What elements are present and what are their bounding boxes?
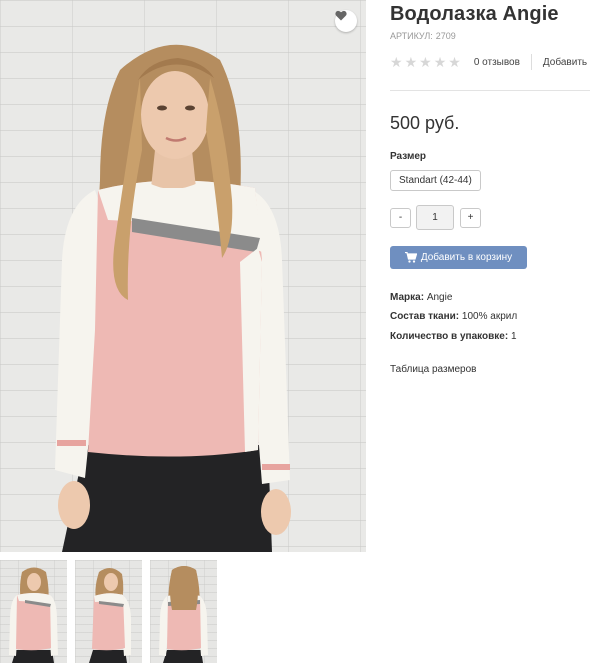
size-table-link[interactable]: Таблица размеров: [390, 364, 476, 375]
thumbnail-1[interactable]: [0, 560, 67, 663]
product-price: 500 руб.: [390, 113, 460, 133]
star-icon[interactable]: ★: [419, 55, 432, 69]
thumbnail-side-illustration: [89, 567, 131, 663]
add-to-cart-label: Добавить в корзину: [420, 252, 513, 263]
rating-stars[interactable]: ★ ★ ★ ★ ★: [390, 55, 461, 69]
attribute-label: Состав ткани:: [390, 311, 460, 322]
attribute-label: Количество в упаковке:: [390, 331, 509, 342]
thumbnail-front-illustration: [9, 567, 58, 663]
attribute-package-quantity: Количество в упаковке: 1: [390, 331, 517, 342]
reviews-link[interactable]: 0 отзывов: [474, 57, 520, 68]
add-to-cart-button[interactable]: Добавить в корзину: [390, 246, 527, 269]
add-review-link[interactable]: Добавить отзыв: [543, 57, 590, 68]
attribute-value: 100% акрил: [461, 311, 518, 322]
product-info-panel: Водолазка Angie АРТИКУЛ: 2709 ★ ★ ★ ★ ★ 0…: [390, 0, 590, 663]
size-label: Размер: [390, 151, 427, 162]
product-main-image[interactable]: [0, 0, 366, 552]
attribute-value: Angie: [426, 292, 453, 303]
divider: [390, 90, 590, 91]
attribute-brand: Марка: Angie: [390, 292, 452, 303]
quantity-input[interactable]: [416, 205, 454, 230]
wishlist-button[interactable]: [335, 10, 357, 32]
product-title: Водолазка Angie: [390, 3, 559, 25]
heart-icon: [335, 10, 347, 21]
sku-label: АРТИКУЛ:: [390, 31, 433, 41]
quantity-increase-button[interactable]: +: [460, 208, 481, 228]
product-sku: АРТИКУЛ: 2709: [390, 31, 456, 41]
star-icon[interactable]: ★: [434, 55, 447, 69]
star-icon[interactable]: ★: [390, 55, 403, 69]
star-icon[interactable]: ★: [405, 55, 418, 69]
attribute-value: 1: [510, 331, 517, 342]
size-option-button[interactable]: Standart (42-44): [390, 170, 481, 191]
sku-value: 2709: [435, 31, 456, 41]
star-icon[interactable]: ★: [448, 55, 461, 69]
model-illustration: [55, 44, 291, 552]
thumbnail-back-illustration: [159, 566, 208, 663]
thumbnail-3[interactable]: [150, 560, 217, 663]
divider: [530, 54, 532, 70]
attribute-fabric: Состав ткани: 100% акрил: [390, 311, 517, 322]
rating-row: ★ ★ ★ ★ ★ 0 отзывов Добавить отзыв: [390, 54, 590, 70]
quantity-decrease-button[interactable]: -: [390, 208, 411, 228]
cart-icon: [404, 252, 417, 263]
attribute-label: Марка:: [390, 292, 425, 303]
thumbnail-2[interactable]: [75, 560, 142, 663]
